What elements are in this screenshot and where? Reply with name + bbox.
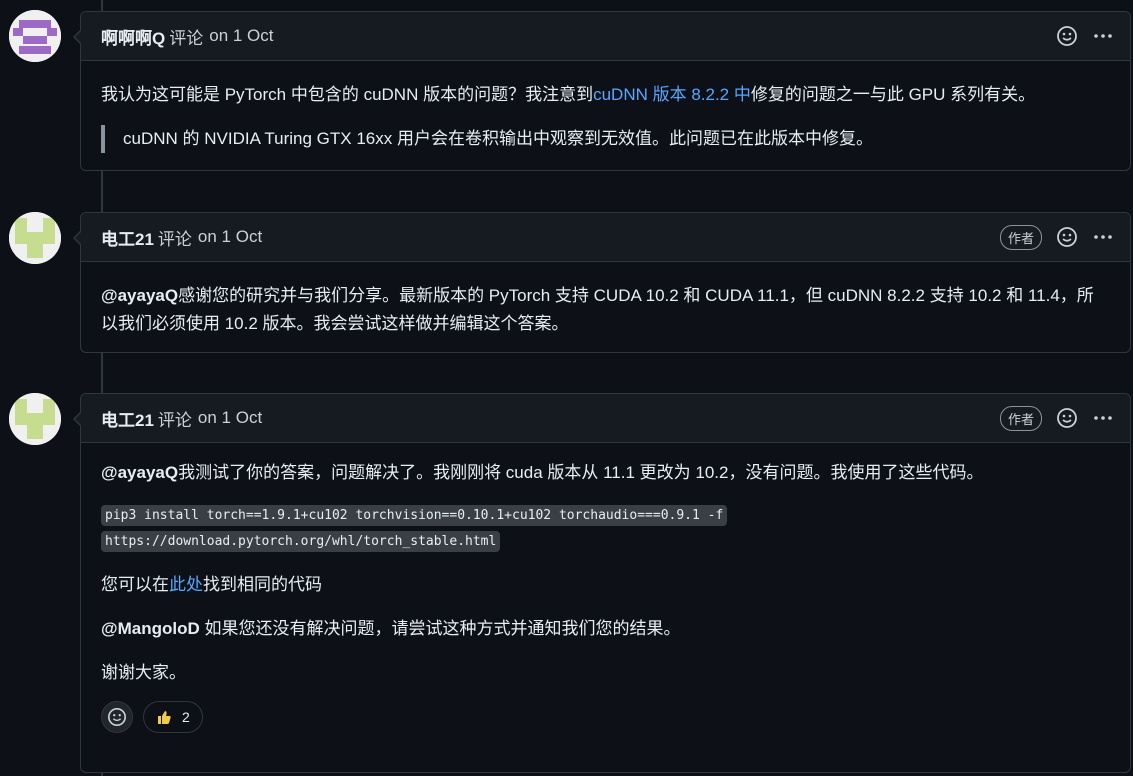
comment-author[interactable]: 电工21 [101,225,154,250]
code-block: pip3 install torch==1.9.1+cu102 torchvis… [101,503,1110,555]
comment: 啊啊啊Q 评论 on 1 Oct 我认为这可能是 PyTorch 中包含的 cu… [73,11,1131,171]
avatar[interactable] [9,212,61,264]
thumbs-up-reaction-button[interactable]: 2 [143,701,203,733]
add-reaction-button[interactable] [101,701,133,733]
paragraph-text: 谢谢大家。 [101,663,186,682]
comment-body: 我认为这可能是 PyTorch 中包含的 cuDNN 版本的问题？我注意到cuD… [81,61,1130,167]
comment: 电工21 评论 on 1 Oct 作者 @ayayaQ感谢您的研究并与我们分享。… [73,212,1131,353]
smiley-icon[interactable] [1056,25,1078,47]
paragraph-text: 您可以在 [101,575,169,594]
paragraph-text: 感谢您的研究并与我们分享。最新版本的 PyTorch 支持 CUDA 10.2 … [101,286,1094,333]
paragraph: @MangoloD 如果您还没有解决问题，请尝试这种方式并通知我们您的结果。 [101,615,1110,643]
avatar[interactable] [9,10,61,62]
comment-date[interactable]: on 1 Oct [198,227,262,247]
code-source-link[interactable]: 此处 [169,575,203,594]
comment: 电工21 评论 on 1 Oct 作者 @ayayaQ我测试了你的答案，问题解决… [73,393,1131,773]
comment-author[interactable]: 啊啊啊Q [101,24,165,49]
comment-header: 啊啊啊Q 评论 on 1 Oct [81,12,1130,61]
comment-action: 评论 [169,28,204,48]
cudnn-release-link[interactable]: cuDNN 版本 8.2.2 中 [593,85,751,104]
comment-header: 电工21 评论 on 1 Oct 作者 [81,394,1130,443]
paragraph-text: 如果您还没有解决问题，请尝试这种方式并通知我们您的结果。 [199,619,681,638]
smiley-icon[interactable] [1056,226,1078,248]
paragraph-text: 修复的问题之一与此 GPU 系列有关。 [750,85,1036,104]
reactions-bar: 2 [81,701,1130,743]
comment-date[interactable]: on 1 Oct [209,26,273,46]
comment-author[interactable]: 电工21 [101,406,154,431]
author-badge: 作者 [999,224,1042,250]
paragraph: 我认为这可能是 PyTorch 中包含的 cuDNN 版本的问题？我注意到cuD… [101,81,1110,109]
comment-date[interactable]: on 1 Oct [198,408,262,428]
kebab-menu-icon[interactable] [1092,407,1114,429]
user-mention[interactable]: @ayayaQ [101,286,178,305]
avatar[interactable] [9,393,61,445]
smiley-icon [108,708,126,726]
kebab-menu-icon[interactable] [1092,226,1114,248]
kebab-menu-icon[interactable] [1092,25,1114,47]
paragraph: @ayayaQ感谢您的研究并与我们分享。最新版本的 PyTorch 支持 CUD… [101,282,1110,338]
thumbs-up-icon [158,711,171,724]
user-mention[interactable]: @MangoloD [101,619,200,638]
paragraph: @ayayaQ我测试了你的答案，问题解决了。我刚刚将 cuda 版本从 11.1… [101,459,1110,487]
comment-body: @ayayaQ我测试了你的答案，问题解决了。我刚刚将 cuda 版本从 11.1… [81,443,1130,701]
paragraph: 您可以在此处找到相同的代码 [101,571,1110,599]
paragraph-text: 我测试了你的答案，问题解决了。我刚刚将 cuda 版本从 11.1 更改为 10… [178,463,984,482]
comment-action: 评论 [157,229,192,249]
reaction-count: 2 [182,709,190,725]
code-line: https://download.pytorch.org/whl/torch_s… [101,531,501,552]
user-mention[interactable]: @ayayaQ [101,463,178,482]
comment-header: 电工21 评论 on 1 Oct 作者 [81,213,1130,262]
paragraph-text: 找到相同的代码 [203,575,322,594]
comment-action: 评论 [157,410,192,430]
code-line: pip3 install torch==1.9.1+cu102 torchvis… [101,505,728,526]
author-badge: 作者 [999,405,1042,431]
comment-body: @ayayaQ感谢您的研究并与我们分享。最新版本的 PyTorch 支持 CUD… [81,262,1130,352]
smiley-icon[interactable] [1056,407,1078,429]
paragraph-text: 我认为这可能是 PyTorch 中包含的 cuDNN 版本的问题？我注意到 [101,85,594,104]
paragraph: 谢谢大家。 [101,659,1110,687]
blockquote: cuDNN 的 NVIDIA Turing GTX 16xx 用户会在卷积输出中… [101,125,1110,153]
